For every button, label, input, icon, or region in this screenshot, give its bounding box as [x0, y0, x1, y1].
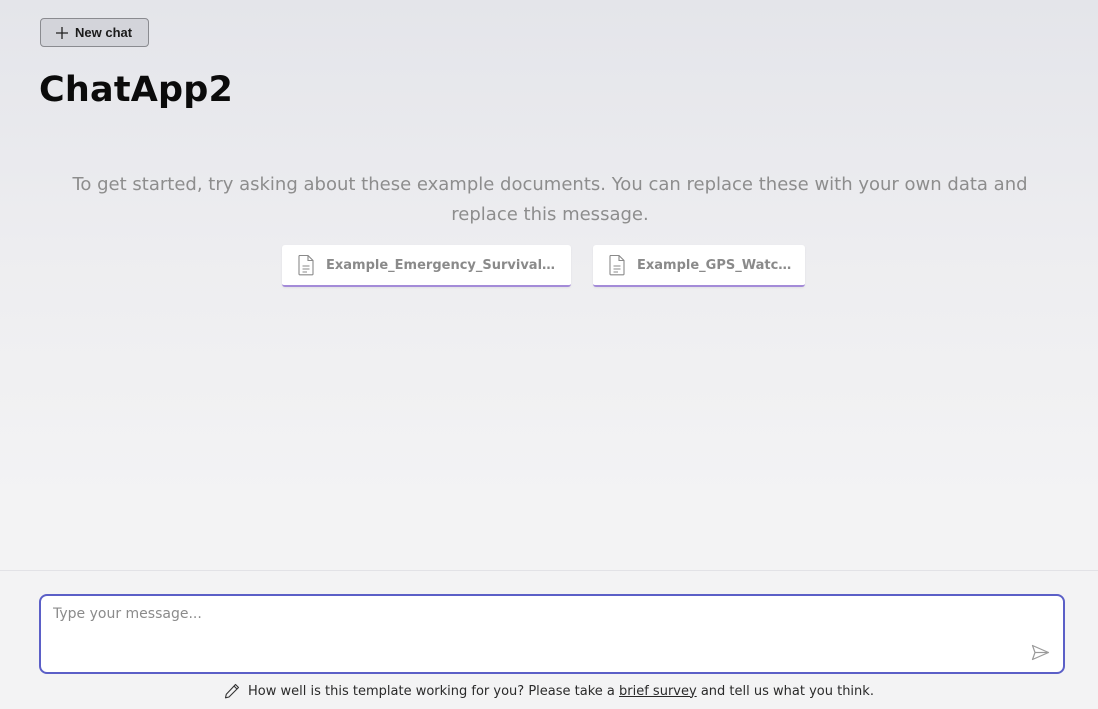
footer-text-after: and tell us what you think. — [700, 683, 874, 699]
document-icon — [298, 254, 314, 276]
document-name: Example_Emergency_Survival_Kit.pdf — [326, 257, 559, 273]
example-documents: Example_Emergency_Survival_Kit.pdf Examp… — [0, 245, 1098, 287]
document-name: Example_GPS_Watch.pdf — [637, 257, 793, 273]
intro-message: To get started, try asking about these e… — [72, 174, 1028, 225]
survey-link[interactable]: brief survey — [619, 684, 697, 699]
page-title: ChatApp2 — [39, 70, 234, 110]
document-chip[interactable]: Example_Emergency_Survival_Kit.pdf — [282, 245, 571, 287]
send-icon — [1031, 644, 1049, 660]
plus-icon — [56, 26, 68, 39]
send-button[interactable] — [1029, 641, 1051, 663]
document-icon — [609, 254, 625, 276]
message-input[interactable] — [53, 606, 1013, 656]
document-chip[interactable]: Example_GPS_Watch.pdf — [593, 245, 805, 287]
message-composer — [39, 594, 1065, 674]
pencil-icon — [224, 683, 240, 699]
composer-divider — [0, 570, 1098, 571]
new-chat-button[interactable]: New chat — [40, 18, 149, 47]
feedback-footer: How well is this template working for yo… — [0, 683, 1098, 699]
footer-text-before: How well is this template working for yo… — [248, 683, 615, 699]
new-chat-label: New chat — [75, 25, 133, 40]
